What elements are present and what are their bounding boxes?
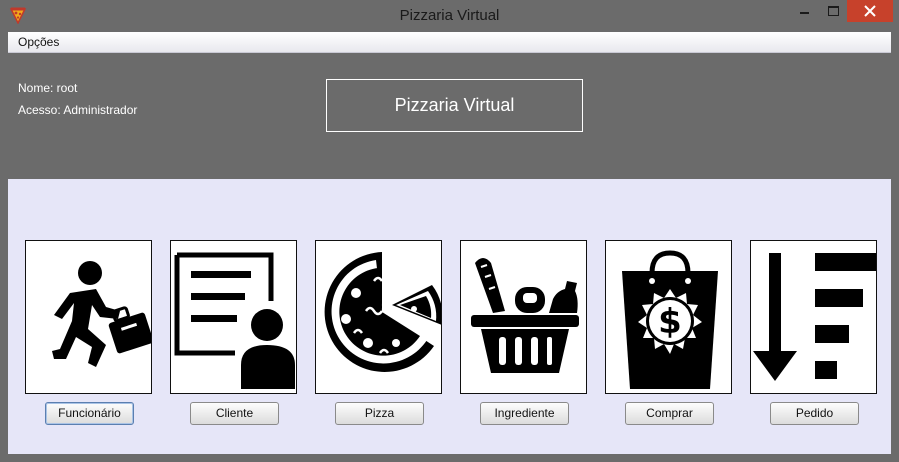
main-window: Pizzaria Virtual Opções Nome: root Acess… [0, 0, 899, 462]
menu-opcoes[interactable]: Opções [18, 35, 59, 49]
pedido-button[interactable]: Pedido [770, 402, 859, 425]
user-access-label: Acesso: Administrador [18, 103, 138, 117]
sort-descending-icon [753, 253, 876, 381]
tile-pedido[interactable] [750, 240, 877, 394]
funcionario-button[interactable]: Funcionário [45, 402, 134, 425]
menu-bar: Opções [8, 32, 891, 53]
client-card-icon [174, 252, 295, 389]
maximize-button[interactable] [819, 0, 847, 22]
close-button[interactable] [847, 0, 893, 22]
tile-comprar[interactable]: $ [605, 240, 732, 394]
user-name-label: Nome: root [18, 81, 78, 95]
svg-text:$: $ [658, 302, 682, 342]
ingrediente-button[interactable]: Ingrediente [480, 402, 569, 425]
minimize-button[interactable] [789, 0, 819, 22]
pizza-icon [324, 252, 441, 372]
close-icon [864, 5, 876, 17]
running-worker-icon [52, 261, 151, 367]
tile-pizza[interactable] [315, 240, 442, 394]
tile-funcionario[interactable] [25, 240, 152, 394]
header-panel: Nome: root Acesso: Administrador Pizzari… [8, 53, 891, 179]
title-bar[interactable]: Pizzaria Virtual [0, 0, 899, 32]
grocery-basket-icon [471, 258, 579, 373]
client-area: Opções Nome: root Acesso: Administrador … [8, 32, 891, 454]
cliente-button[interactable]: Cliente [190, 402, 279, 425]
brand-title: Pizzaria Virtual [326, 79, 583, 132]
comprar-button[interactable]: Comprar [625, 402, 714, 425]
money-bag-icon: $ [622, 250, 718, 389]
tile-ingrediente[interactable] [460, 240, 587, 394]
window-title: Pizzaria Virtual [399, 7, 500, 24]
tile-cliente[interactable] [170, 240, 297, 394]
pizza-button[interactable]: Pizza [335, 402, 424, 425]
